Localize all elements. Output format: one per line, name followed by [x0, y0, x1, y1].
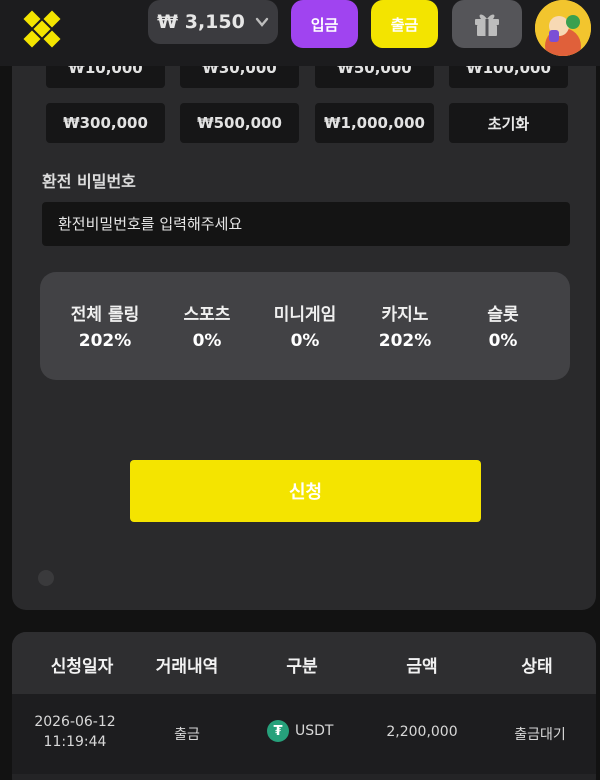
column-header: 금액 [406, 657, 438, 677]
rolling-value: 0% [290, 331, 320, 351]
chevron-down-icon [255, 17, 269, 27]
amount-button[interactable]: ₩300,000 [46, 103, 165, 143]
rolling-label: 슬롯 [487, 305, 519, 325]
rolling-label: 스포츠 [183, 305, 231, 325]
gift-button[interactable] [452, 0, 522, 48]
decorative-dot [38, 570, 54, 586]
type-cell: 출금 [174, 727, 200, 743]
avatar-icon [535, 0, 591, 56]
time-text: 11:19:44 [43, 734, 107, 750]
top-header: ₩ 3,150 입금 출금 [0, 0, 600, 66]
rolling-label: 카지노 [381, 305, 429, 325]
gift-icon [475, 14, 499, 36]
rolling-slot: 슬롯 0% [448, 300, 558, 351]
rolling-value: 202% [378, 331, 432, 351]
password-label: 환전 비밀번호 [42, 172, 136, 191]
amount-button[interactable]: ₩1,000,000 [315, 103, 434, 143]
withdraw-button[interactable]: 출금 [371, 0, 438, 48]
rolling-label: 전체 롤링 [70, 305, 140, 325]
amount-cell: 2,200,000 [386, 724, 458, 740]
rolling-total: 전체 롤링 202% [50, 300, 160, 351]
rolling-stats-card: 전체 롤링 202% 스포츠 0% 미니게임 0% 카지노 202% 슬롯 0% [40, 272, 570, 380]
column-header: 거래내역 [155, 657, 219, 677]
table-row[interactable]: 2026-06-12 11:19:44 출금 ₮ USDT 2,200,000 … [12, 694, 596, 774]
column-header: 구분 [286, 657, 318, 677]
rolling-value: 202% [78, 331, 132, 351]
balance-selector[interactable]: ₩ 3,150 [148, 0, 278, 44]
logo-icon[interactable] [22, 9, 62, 49]
rolling-label: 미니게임 [273, 305, 337, 325]
date-cell: 2026-06-12 11:19:44 [20, 712, 130, 752]
status-cell: 출금대기 [514, 727, 566, 743]
tether-icon: ₮ [267, 720, 289, 742]
withdraw-history-table: 신청일자 거래내역 구분 금액 상태 2026-06-12 11:19:44 출… [12, 632, 596, 780]
rolling-casino: 카지노 202% [350, 300, 460, 351]
column-header: 신청일자 [50, 657, 114, 677]
deposit-button[interactable]: 입금 [291, 0, 358, 48]
rolling-sports: 스포츠 0% [152, 300, 262, 351]
balance-amount: ₩ 3,150 [157, 11, 245, 33]
avatar[interactable] [535, 0, 591, 56]
column-header: 상태 [521, 657, 553, 677]
apply-button[interactable]: 신청 [130, 460, 481, 522]
rolling-minigame: 미니게임 0% [250, 300, 360, 351]
rolling-value: 0% [488, 331, 518, 351]
withdraw-password-input[interactable] [42, 202, 570, 246]
currency-cell: ₮ USDT [267, 720, 333, 742]
withdraw-page: ₩ 3,150 입금 출금 ₩10,000 ₩30,000 ₩50,000 ₩1… [0, 0, 600, 780]
reset-button[interactable]: 초기화 [449, 103, 568, 143]
date-text: 2026-06-12 [34, 714, 116, 730]
table-header: 신청일자 거래내역 구분 금액 상태 [12, 632, 596, 694]
rolling-value: 0% [192, 331, 222, 351]
amount-button[interactable]: ₩500,000 [180, 103, 299, 143]
currency-text: USDT [295, 723, 334, 739]
